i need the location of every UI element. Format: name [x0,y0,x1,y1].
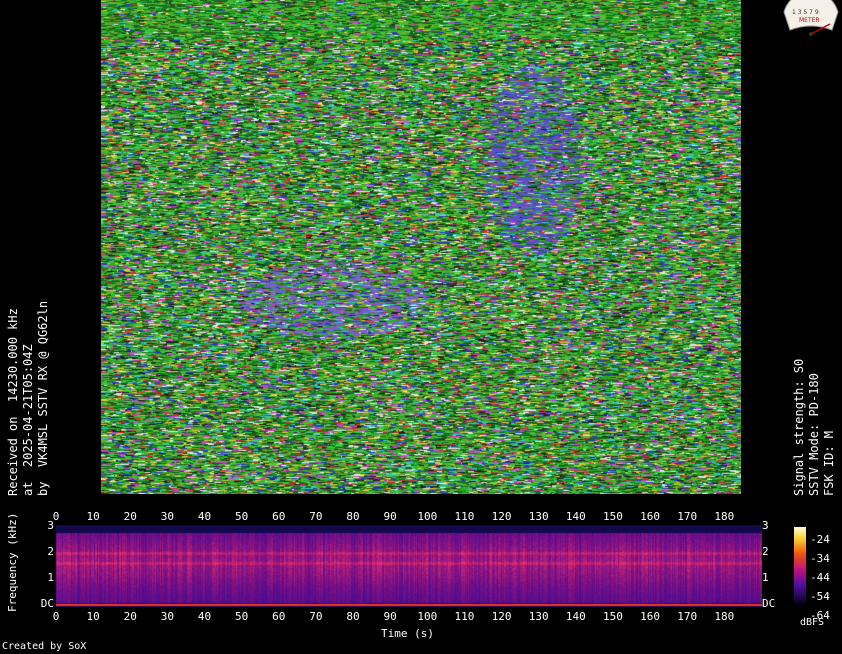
time-tick-top: 30 [160,510,175,523]
time-tick-top: 10 [86,510,100,523]
colorbar [794,527,806,605]
time-tick-top: 20 [123,510,137,523]
time-tick-bottom: 60 [272,610,286,623]
time-tick-bottom: 90 [383,610,397,623]
receive-info-caption: Received on 14230.000 kHz at 2025-04-21T0… [6,301,51,496]
time-tick-bottom: 100 [417,610,438,623]
time-tick-bottom: 120 [491,610,512,623]
signal-info-caption: Signal strength: S0 SSTV Mode: PD-180 FSK … [792,359,837,496]
time-tick-top: 120 [491,510,512,523]
time-tick-bottom: 180 [714,610,735,623]
fsk-id-line: FSK ID: M [822,430,836,496]
signal-strength-line: Signal strength: S0 [792,358,806,496]
frequency-tick-left: 2 [47,545,55,558]
time-tick-bottom: 140 [565,610,586,623]
time-tick-top: 70 [309,510,323,523]
time-tick-top: 180 [714,510,735,523]
time-tick-top: 60 [272,510,286,523]
time-tick-top: 80 [346,510,360,523]
time-tick-bottom: 20 [123,610,137,623]
colorbar-tick: -54 [810,590,830,603]
time-tick-top: 150 [603,510,623,523]
rx-frequency-line: Received on 14230.000 kHz [6,308,20,496]
time-tick-top: 40 [197,510,212,523]
time-tick-bottom: 160 [640,610,661,623]
time-tick-bottom: 150 [603,610,623,623]
frequency-tick-left: 1 [47,571,55,584]
colorbar-tick: -24 [810,533,830,546]
time-tick-top: 160 [640,510,661,523]
frequency-tick-right: 1 [762,571,769,584]
rx-station-line: by VK4MSL SSTV RX @ QG62ln [36,300,50,496]
time-tick-top: 100 [417,510,438,523]
sstv-mode-line: SSTV Mode: PD-180 [807,373,821,496]
time-tick-bottom: 130 [528,610,549,623]
time-tick-top: 90 [383,510,397,523]
rx-time-line: at 2025-04-21T05:04Z [21,344,35,496]
colorbar-tick: -34 [810,552,830,565]
time-tick-bottom: 0 [52,610,60,623]
time-tick-top: 170 [677,510,698,523]
time-tick-bottom: 50 [235,610,249,623]
colorbar-tick: -44 [810,571,830,584]
meter-scale-text: 1 3 5 7 9 [792,9,819,16]
frequency-axis-label: Frequency (kHz) [6,512,19,612]
s-meter-logo: 1 3 5 7 9 METER [783,0,839,36]
meter-word: METER [799,17,820,24]
creator-credit: Created by SoX [2,641,87,652]
frequency-tick-right: 3 [762,519,769,532]
sstv-image [101,0,741,494]
time-axis-label: Time (s) [381,627,434,640]
time-tick-top: 130 [528,510,549,523]
frequency-tick-right: DC [762,597,776,610]
spectrogram-panel [56,525,762,607]
time-tick-bottom: 70 [309,610,323,623]
time-tick-top: 140 [565,510,586,523]
time-tick-bottom: 80 [346,610,360,623]
time-tick-bottom: 170 [677,610,698,623]
time-tick-bottom: 110 [454,610,475,623]
spectrogram-plot [56,525,762,607]
time-tick-top: 50 [235,510,249,523]
frequency-tick-left: 3 [47,519,55,532]
colorbar-unit: dBFS [800,617,825,628]
time-tick-bottom: 30 [160,610,175,623]
frequency-tick-right: 2 [762,545,769,558]
frequency-tick-left: DC [40,597,55,610]
time-tick-bottom: 40 [197,610,212,623]
time-tick-top: 110 [454,510,475,523]
time-tick-bottom: 10 [86,610,100,623]
